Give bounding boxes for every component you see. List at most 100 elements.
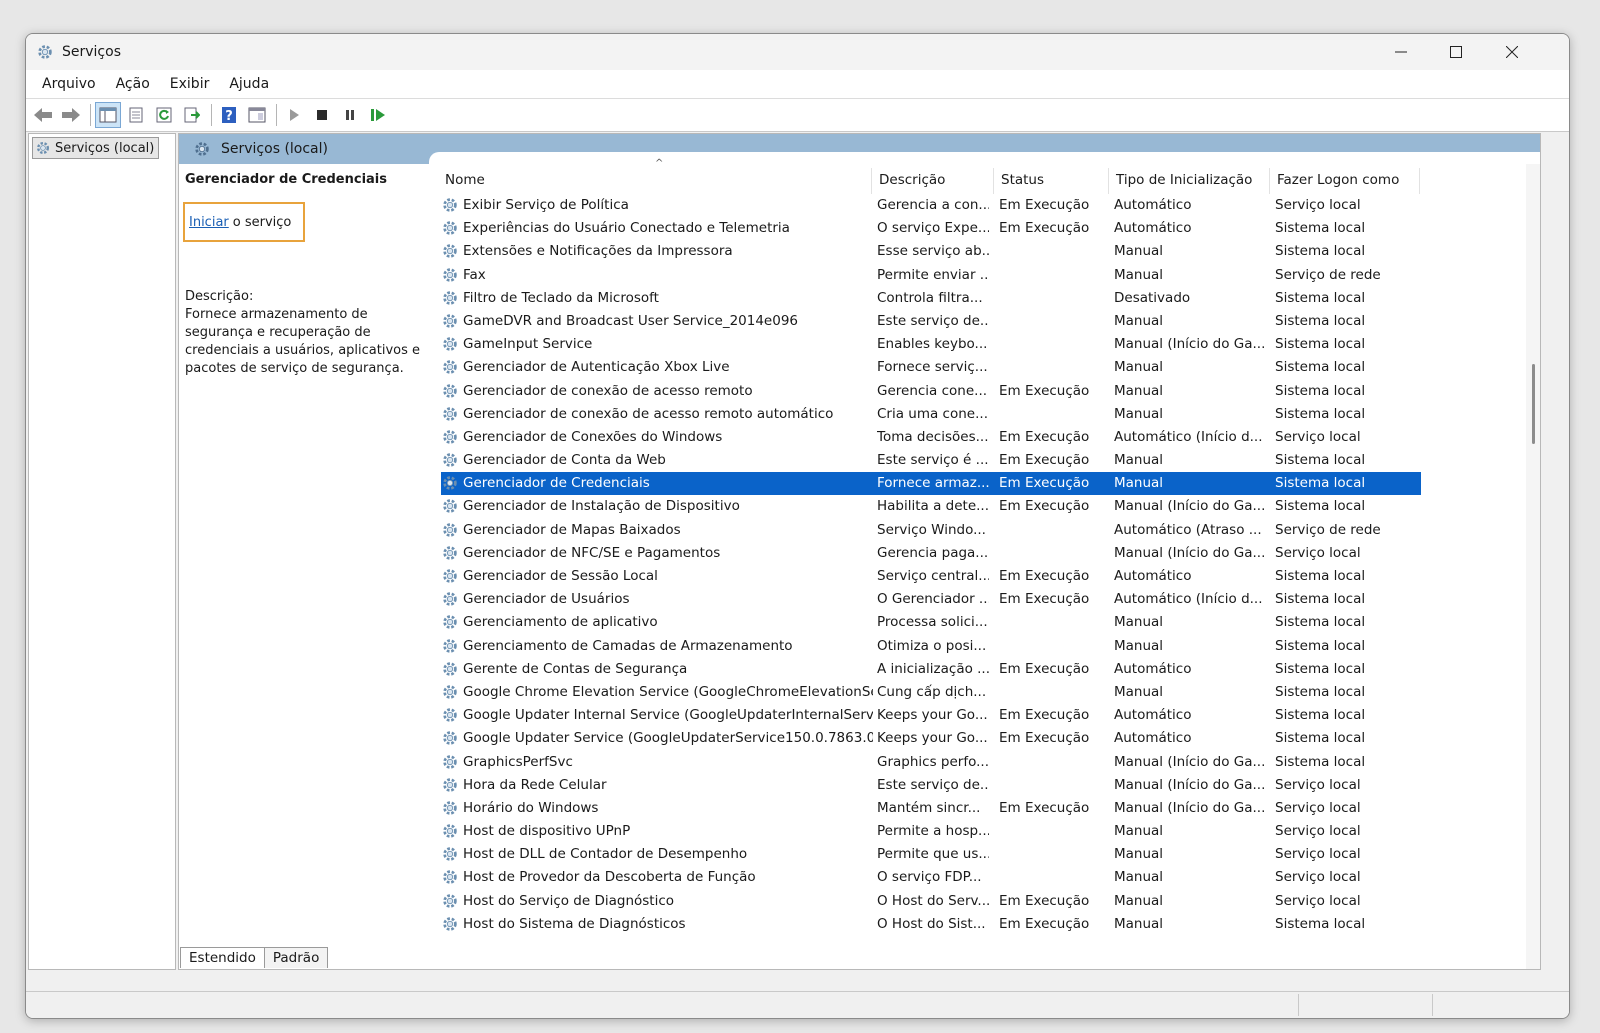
start-service-button[interactable]: [281, 102, 307, 128]
service-startup-type: Manual (Início do Ga...: [1114, 336, 1266, 353]
table-row[interactable]: Gerente de Contas de Segurança A iniciali…: [441, 658, 1421, 681]
menu-ajuda[interactable]: Ajuda: [219, 76, 279, 92]
table-row[interactable]: Host de Provedor da Descoberta de Função…: [441, 866, 1421, 889]
table-row[interactable]: Gerenciador de Autenticação Xbox Live For…: [441, 356, 1421, 379]
table-row[interactable]: Extensões e Notificações da Impressora Es…: [441, 240, 1421, 263]
gear-icon: [443, 383, 457, 398]
gear-icon: [443, 406, 457, 421]
refresh-button[interactable]: [151, 102, 177, 128]
service-logon-as: Sistema local: [1275, 498, 1366, 515]
table-row[interactable]: Host de DLL de Contador de Desempenho Per…: [441, 843, 1421, 866]
column-divider[interactable]: [993, 168, 994, 194]
service-startup-type: Manual (Início do Ga...: [1114, 776, 1266, 793]
minimize-button[interactable]: [1373, 34, 1429, 70]
service-name: Gerenciador de Autenticação Xbox Live: [463, 359, 730, 376]
table-row[interactable]: Google Updater Internal Service (GoogleU…: [441, 704, 1421, 727]
column-header-status[interactable]: Status: [1001, 172, 1044, 188]
table-row[interactable]: Gerenciador de NFC/SE e Pagamentos Gerenc…: [441, 542, 1421, 565]
service-name: Horário do Windows: [463, 799, 599, 816]
table-row[interactable]: Gerenciador de Instalação de Dispositivo…: [441, 495, 1421, 518]
gear-icon: [443, 917, 457, 931]
restart-service-button[interactable]: [365, 102, 391, 128]
table-row[interactable]: Gerenciador de Conexões do Windows Toma d…: [441, 426, 1421, 449]
service-description: Este serviço é ...: [877, 452, 989, 469]
toolbar-separator: [90, 104, 91, 126]
menu-arquivo[interactable]: Arquivo: [32, 76, 106, 92]
table-row[interactable]: Filtro de Teclado da Microsoft Controla f…: [441, 287, 1421, 310]
menu-acao[interactable]: Ação: [106, 76, 160, 92]
table-row[interactable]: Fax Permite enviar ... Manual Serviço de re…: [441, 264, 1421, 287]
table-row[interactable]: Gerenciamento de Camadas de Armazenament…: [441, 635, 1421, 658]
table-row[interactable]: Exibir Serviço de Política Gerencia a con…: [441, 194, 1421, 217]
table-row[interactable]: Host de dispositivo UPnP Permite a hosp..…: [441, 820, 1421, 843]
export-list-button[interactable]: [179, 102, 205, 128]
refresh-icon: [156, 107, 172, 123]
table-row[interactable]: GameInput Service Enables keybo... Manual …: [441, 333, 1421, 356]
column-header-description[interactable]: Descrição: [879, 172, 945, 188]
service-description: Controla filtra...: [877, 289, 983, 306]
column-header-logon-as[interactable]: Fazer Logon como: [1277, 172, 1399, 188]
table-row[interactable]: Host do Serviço de Diagnóstico O Host do …: [441, 890, 1421, 913]
gear-icon: [443, 337, 457, 351]
close-button[interactable]: [1484, 34, 1540, 70]
back-button[interactable]: [30, 102, 56, 128]
table-row[interactable]: Gerenciador de Mapas Baixados Serviço Win…: [441, 519, 1421, 542]
service-description: O serviço Expe...: [877, 220, 989, 237]
table-row[interactable]: GraphicsPerfSvc Graphics perfo... Manual (…: [441, 751, 1421, 774]
service-name: GameInput Service: [463, 336, 593, 353]
column-header-name[interactable]: Nome: [445, 172, 485, 188]
console-tree-button[interactable]: [95, 102, 121, 128]
pause-service-button[interactable]: [337, 102, 363, 128]
service-startup-type: Manual: [1114, 475, 1164, 492]
table-row[interactable]: Gerenciador de Sessão Local Serviço centr…: [441, 565, 1421, 588]
column-divider[interactable]: [1419, 168, 1420, 194]
service-logon-as: Sistema local: [1275, 359, 1366, 376]
column-divider[interactable]: [1108, 168, 1109, 194]
service-logon-as: Serviço de rede: [1275, 521, 1381, 538]
view-button[interactable]: [244, 102, 270, 128]
column-divider[interactable]: [871, 168, 872, 194]
table-row[interactable]: Gerenciador de Usuários O Gerenciador ...…: [441, 588, 1421, 611]
tree-item-services-local[interactable]: Serviços (local): [32, 137, 160, 159]
stop-service-button[interactable]: [309, 102, 335, 128]
forward-button[interactable]: [58, 102, 84, 128]
service-description: Este serviço de...: [877, 776, 989, 793]
column-header-startup-type[interactable]: Tipo de Inicialização: [1116, 172, 1252, 188]
service-logon-as: Sistema local: [1275, 637, 1366, 654]
table-row[interactable]: Gerenciador de conexão de acesso remoto …: [441, 403, 1421, 426]
service-status: Em Execução: [999, 568, 1090, 584]
service-logon-as: Serviço de rede: [1275, 266, 1381, 283]
service-name: Google Chrome Elevation Service (GoogleC…: [463, 683, 873, 700]
tab-standard[interactable]: Padrão: [263, 947, 329, 968]
gear-icon: [443, 221, 457, 235]
menu-exibir[interactable]: Exibir: [160, 76, 220, 92]
table-row[interactable]: Gerenciador de Conta da Web Este serviço …: [441, 449, 1421, 472]
table-row[interactable]: Google Updater Service (GoogleUpdaterSer…: [441, 727, 1421, 750]
service-startup-type: Automático (Início d...: [1114, 591, 1263, 608]
gear-icon: [443, 546, 457, 560]
service-logon-as: Sistema local: [1275, 475, 1366, 492]
column-divider[interactable]: [1269, 168, 1270, 194]
table-row[interactable]: Hora da Rede Celular Este serviço de... Ma…: [441, 774, 1421, 797]
table-row[interactable]: GameDVR and Broadcast User Service_2014e…: [441, 310, 1421, 333]
gear-icon: [443, 893, 457, 908]
table-row[interactable]: Horário do Windows Mantém sincr... Em Exec…: [441, 797, 1421, 820]
gear-icon: [443, 314, 457, 328]
table-row[interactable]: Experiências do Usuário Conectado e Tele…: [441, 217, 1421, 240]
table-row[interactable]: Gerenciador de conexão de acesso remoto G…: [441, 380, 1421, 403]
table-row[interactable]: Gerenciamento de aplicativo Processa soli…: [441, 611, 1421, 634]
gear-icon: [443, 847, 457, 861]
tab-extended[interactable]: Estendido: [180, 947, 265, 968]
help-button[interactable]: ?: [216, 102, 242, 128]
table-row[interactable]: Host do Sistema de Diagnósticos O Host do…: [441, 913, 1421, 936]
service-logon-as: Sistema local: [1275, 915, 1366, 932]
table-row[interactable]: Gerenciador de Credenciais Fornece armaz.…: [441, 472, 1421, 496]
start-service-link[interactable]: Iniciar: [189, 215, 229, 230]
gear-icon: [443, 592, 457, 606]
vertical-scrollbar[interactable]: [1526, 164, 1540, 969]
maximize-button[interactable]: [1428, 34, 1484, 70]
table-row[interactable]: Google Chrome Elevation Service (GoogleC…: [441, 681, 1421, 704]
properties-button[interactable]: [123, 102, 149, 128]
scrollbar-thumb[interactable]: [1532, 364, 1535, 444]
service-status: Em Execução: [999, 915, 1090, 932]
